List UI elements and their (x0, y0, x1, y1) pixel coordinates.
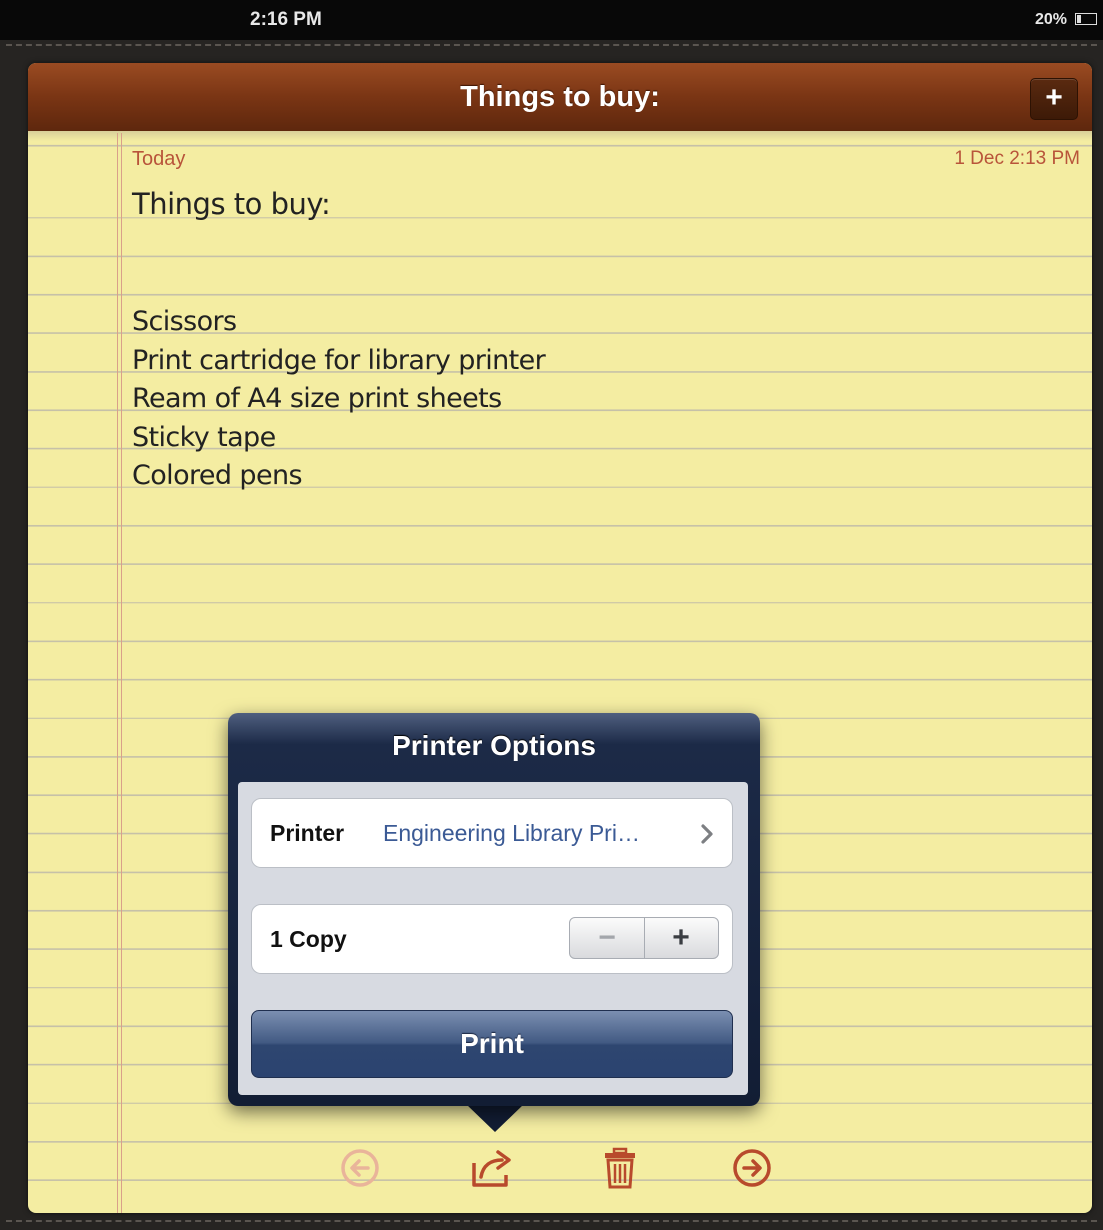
decrement-button[interactable]: − (570, 918, 645, 958)
list-item[interactable]: Scissors (132, 303, 545, 342)
printer-value: Engineering Library Pri… (383, 820, 640, 846)
copies-row: 1 Copy − + (251, 904, 733, 974)
list-item[interactable]: Ream of A4 size print sheets (132, 380, 545, 419)
margin-line (117, 133, 118, 1213)
list-item[interactable]: Sticky tape (132, 419, 545, 458)
stitch-bottom (6, 1220, 1097, 1222)
popover-body: Printer Engineering Library Pri… 1 Copy … (238, 782, 748, 1095)
status-time: 2:16 PM (250, 9, 322, 30)
page-title: Things to buy: (460, 81, 660, 113)
list-item[interactable]: Colored pens (132, 457, 545, 496)
list-item[interactable]: Print cartridge for library printer (132, 342, 546, 381)
popover-arrow (466, 1104, 524, 1132)
share-icon[interactable] (469, 1145, 515, 1191)
popover-title: Printer Options (392, 730, 596, 761)
stitch-top (6, 44, 1097, 46)
printer-select-row[interactable]: Printer Engineering Library Pri… (251, 798, 733, 868)
note-body[interactable]: Scissors Print cartridge for library pri… (132, 303, 546, 496)
print-button[interactable]: Print (251, 1010, 733, 1078)
margin-line (121, 133, 122, 1213)
previous-note-icon[interactable] (337, 1145, 383, 1191)
next-note-icon[interactable] (729, 1145, 775, 1191)
printer-options-popover: Printer Options Printer Engineering Libr… (228, 713, 760, 1106)
chevron-right-icon (701, 824, 713, 844)
notepad-header: Things to buy: + (28, 63, 1092, 133)
note-date-label: Today (132, 148, 186, 170)
battery-percent: 20% (1034, 11, 1067, 28)
note-date: 1 Dec 2:13 PM (954, 148, 1080, 169)
copies-label: 1 Copy (270, 926, 347, 952)
printer-label: Printer (270, 820, 345, 846)
trash-icon[interactable] (597, 1145, 643, 1191)
status-bar: 2:16 PM 20% (0, 0, 1103, 40)
torn-edge (28, 131, 1092, 141)
copies-stepper: − + (569, 917, 719, 959)
battery-icon (1075, 13, 1097, 25)
add-note-button[interactable]: + (1030, 78, 1078, 120)
note-title-text[interactable]: Things to buy: (132, 187, 331, 221)
increment-button[interactable]: + (644, 918, 718, 958)
